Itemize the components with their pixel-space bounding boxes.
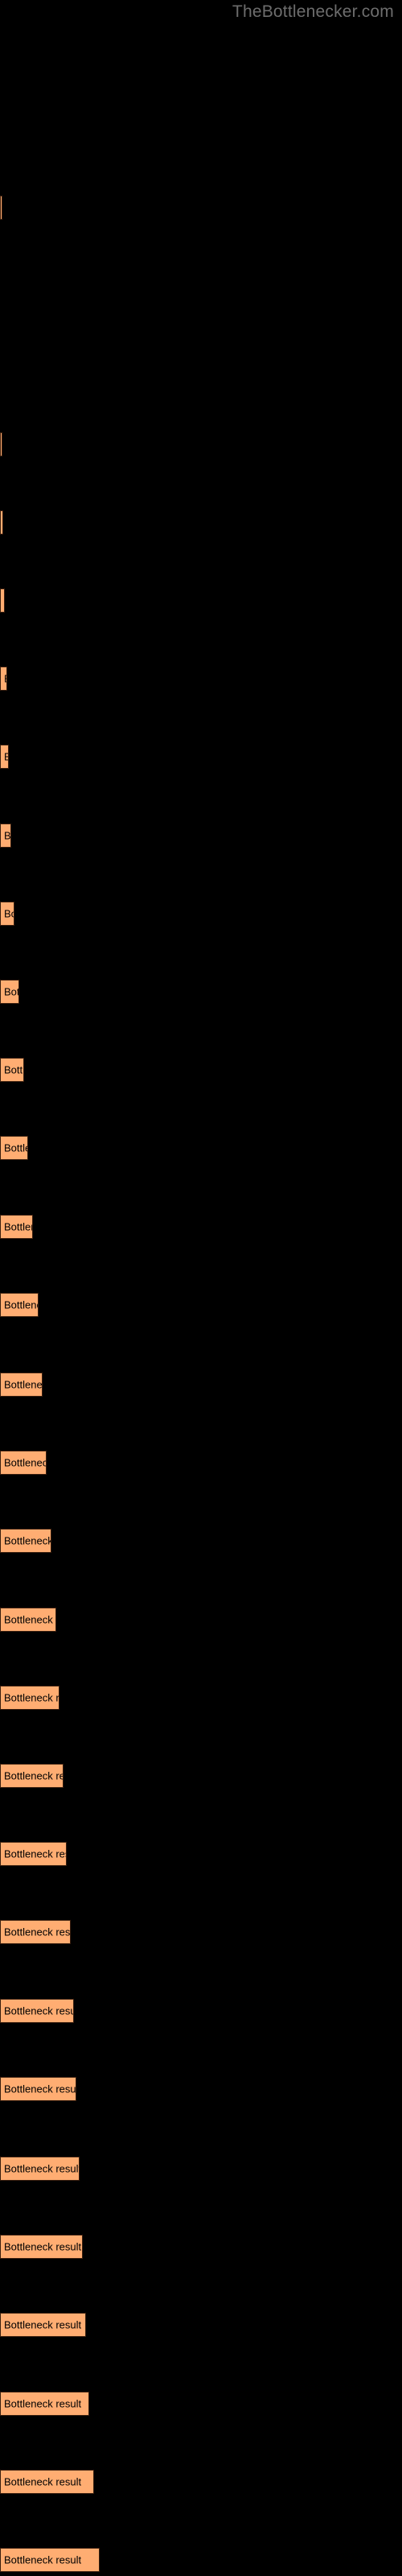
- bar-segment: Bottleneck result: [0, 1058, 24, 1083]
- bar-segment: Bottleneck result: [0, 588, 5, 613]
- bar-segment: Bottleneck result: [0, 1214, 33, 1239]
- bar-segment: Bottleneck result: [0, 1136, 28, 1161]
- bar-label: Bottleneck result: [4, 2553, 82, 2566]
- bar-segment: Bottleneck result: [0, 2076, 76, 2101]
- bar-label: Bottleneck result: [4, 2397, 82, 2410]
- bar-segment: Bottleneck result: [0, 2548, 100, 2572]
- bar-label: Bottleneck result: [4, 1456, 46, 1469]
- bar-label: Bottleneck result: [4, 2475, 82, 2488]
- bar-segment: Bottleneck result: [0, 2313, 86, 2338]
- bar-segment: Bottleneck result: [0, 196, 2, 220]
- bar-segment: Bottleneck result: [0, 1292, 39, 1317]
- bar-segment: Bottleneck result: [0, 1998, 74, 2023]
- bar-label: Bottleneck result: [4, 1613, 55, 1626]
- bar-segment: Bottleneck result: [0, 1529, 51, 1554]
- bar-label: Bottleneck result: [4, 1926, 71, 1938]
- bar-segment: Bottleneck result: [0, 431, 2, 456]
- bar-segment: Bottleneck result: [0, 1607, 56, 1632]
- bar-segment: Bottleneck result: [0, 901, 14, 926]
- bar-label: Bottleneck result: [4, 2162, 80, 2175]
- bar-label: Bottleneck result: [4, 1691, 59, 1704]
- bar-segment: Bottleneck result: [0, 745, 9, 770]
- bar-segment: Bottleneck result: [0, 1842, 67, 1867]
- bar-label: Bottleneck result: [4, 1534, 51, 1547]
- bar-segment: Bottleneck result: [0, 2157, 80, 2182]
- bar-label: Bottleneck result: [4, 2083, 76, 2095]
- bar-segment: Bottleneck result: [0, 667, 7, 691]
- bar-label: Bottleneck result: [4, 985, 18, 998]
- bar-label: Bottleneck result: [4, 751, 8, 763]
- bar-label: Bottleneck result: [4, 2318, 82, 2331]
- bar-segment: Bottleneck result: [0, 980, 19, 1004]
- bar-segment: Bottleneck result: [0, 1373, 43, 1397]
- bar-segment: Bottleneck result: [0, 2391, 89, 2416]
- bar-segment: Bottleneck result: [0, 1685, 59, 1710]
- bar-label: Bottleneck result: [4, 2004, 74, 2017]
- bar-segment: Bottleneck result: [0, 2469, 94, 2494]
- bar-label: Bottleneck result: [4, 1769, 63, 1782]
- bar-segment: Bottleneck result: [0, 823, 11, 848]
- bar-label: Bottleneck result: [4, 2240, 82, 2253]
- bar-label: Bottleneck result: [4, 829, 11, 842]
- bar-segment: Bottleneck result: [0, 1451, 47, 1476]
- bar-segment: Bottleneck result: [0, 2235, 83, 2260]
- bar-label: Bottleneck result: [4, 1378, 43, 1391]
- bar-label: Bottleneck result: [4, 673, 6, 685]
- bar-label: Bottleneck result: [4, 1847, 66, 1860]
- bar-segment: Bottleneck result: [0, 1920, 71, 1945]
- bar-label: Bottleneck result: [4, 1141, 27, 1154]
- bar-label: Bottleneck result: [4, 595, 5, 607]
- bar-segment: Bottleneck result: [0, 510, 3, 535]
- bar-label: Bottleneck result: [4, 907, 14, 920]
- bar-chart: Bottleneck result Bottleneck result Bottle…: [0, 0, 402, 2576]
- bar-segment: Bottleneck result: [0, 1764, 64, 1788]
- bar-label: Bottleneck result: [4, 1063, 24, 1076]
- bar-label: Bottleneck result: [4, 1220, 32, 1233]
- bar-label: Bottleneck result: [4, 1298, 38, 1311]
